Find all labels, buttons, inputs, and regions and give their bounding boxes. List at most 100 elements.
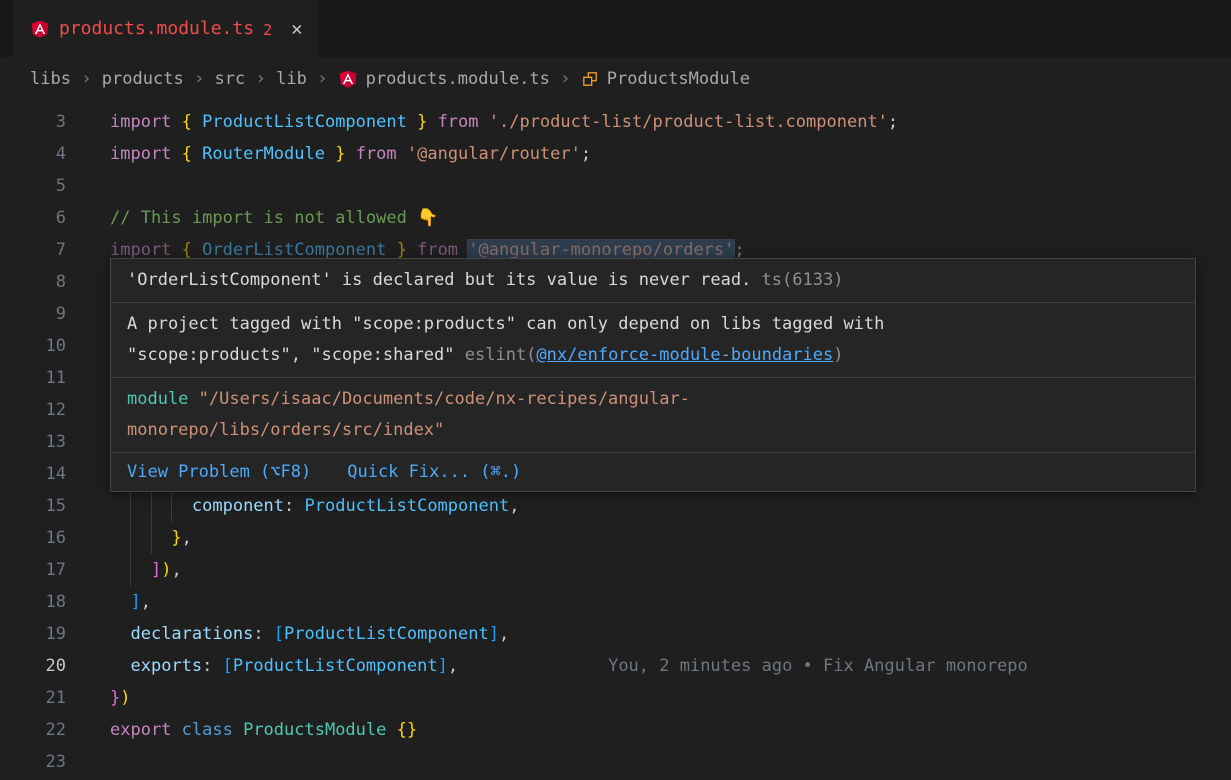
hover-line: module "/Users/isaac/Documents/code/nx-r… [127, 384, 1179, 415]
eslint-rule-link[interactable]: @nx/enforce-module-boundaries [536, 345, 833, 365]
code-token [110, 592, 130, 612]
breadcrumb-item-libs[interactable]: libs [30, 69, 71, 89]
angular-icon [30, 19, 50, 39]
line-number: 22 [0, 714, 66, 746]
code-token: ProductListComponent [305, 496, 510, 516]
hover-widget: 'OrderListComponent' is declared but its… [110, 258, 1196, 492]
code-token: [ [274, 624, 284, 644]
code-token: class [182, 720, 243, 740]
breadcrumb-item-lib[interactable]: lib [276, 69, 307, 89]
tab-bar: products.module.ts 2 ✕ [0, 0, 1231, 57]
tab-problems-badge: 2 [263, 19, 272, 39]
breadcrumb-label: src [215, 69, 246, 89]
line-number: 12 [0, 394, 66, 426]
breadcrumb-item-products[interactable]: products [102, 69, 184, 89]
squiggle-warn: from [417, 240, 468, 260]
squiggle-warn: OrderListComponent [202, 240, 386, 260]
code-token: ProductListComponent [202, 112, 407, 132]
code-line-22[interactable]: 22export class ProductsModule {} [0, 714, 1231, 746]
angular-icon [338, 69, 358, 89]
breadcrumb-separator: › [80, 68, 93, 89]
breadcrumb-label: ProductsModule [607, 69, 750, 89]
code-token: ] [130, 592, 140, 612]
code-line-3[interactable]: 3import { ProductListComponent } from '.… [0, 106, 1231, 138]
code-token: import [110, 112, 182, 132]
hover-line: A project tagged with "scope:products" c… [127, 309, 1179, 340]
quick-fix-action[interactable]: Quick Fix... (⌘.) [347, 457, 521, 487]
code-line-19[interactable]: 19 declarations: [ProductListComponent], [0, 618, 1231, 650]
hover-line: 'OrderListComponent' is declared but its… [127, 265, 1179, 296]
hover-diagnostics: 'OrderListComponent' is declared but its… [111, 259, 1195, 453]
indent-guide-icon [151, 490, 152, 522]
code-token: ] [151, 560, 161, 580]
line-number: 5 [0, 170, 66, 202]
code-token [110, 656, 130, 676]
code-token: } [386, 240, 417, 260]
line-number: 4 [0, 138, 66, 170]
code-token: RouterModule [202, 144, 325, 164]
code-token: { [182, 144, 202, 164]
code-token [386, 720, 396, 740]
breadcrumb: libs›products›src›lib›products.module.ts… [0, 57, 1231, 100]
line-number: 13 [0, 426, 66, 458]
line-number: 10 [0, 330, 66, 362]
code-token: , [141, 592, 151, 612]
code-line-23[interactable]: 23 [0, 746, 1231, 778]
breadcrumb-label: products [102, 69, 184, 89]
code-token: '@angular/router' [407, 144, 581, 164]
code-token: , [182, 528, 192, 548]
view-problem-action[interactable]: View Problem (⌥F8) [127, 457, 311, 487]
breadcrumb-item-src[interactable]: src [215, 69, 246, 89]
code-line-15[interactable]: 15 component: ProductListComponent, [0, 490, 1231, 522]
code-token: OrderListComponent [202, 240, 386, 260]
hover-text: ts(6133) [751, 270, 843, 290]
line-number: 7 [0, 234, 66, 266]
code-line-17[interactable]: 17 ]), [0, 554, 1231, 586]
hover-line: monorepo/libs/orders/src/index" [127, 415, 1179, 446]
code-line-20[interactable]: 20 exports: [ProductListComponent],You, … [0, 650, 1231, 682]
code-token: exports [130, 656, 202, 676]
code-token: } [407, 112, 438, 132]
code-token: {} [397, 720, 417, 740]
code-token: './product-list/product-list.component' [489, 112, 888, 132]
code-token: } [325, 144, 356, 164]
code-token: { [182, 240, 202, 260]
code-line-5[interactable]: 5 [0, 170, 1231, 202]
hover-text: "scope:products", "scope:shared" [127, 345, 465, 365]
indent-guide-icon [151, 522, 152, 554]
code-line-6[interactable]: 6// This import is not allowed 👇 [0, 202, 1231, 234]
code-token: [ [223, 656, 233, 676]
code-token: , [171, 560, 181, 580]
code-line-21[interactable]: 21}) [0, 682, 1231, 714]
code-editor[interactable]: 3 import { ProductListComponent } from '.… [0, 100, 1231, 780]
hover-section: A project tagged with "scope:products" c… [111, 303, 1195, 378]
code-token: ProductListComponent [284, 624, 489, 644]
tab-products-module-ts[interactable]: products.module.ts 2 ✕ [14, 0, 319, 57]
code-line-16[interactable]: 16 }, [0, 522, 1231, 554]
squiggle-err: ; [734, 240, 744, 260]
code-token: ; [888, 112, 898, 132]
code-line-4[interactable]: 4import { RouterModule } from '@angular/… [0, 138, 1231, 170]
breadcrumb-item-products-module-ts[interactable]: products.module.ts [338, 69, 550, 89]
squiggle-err: '@angular-monorepo/orders' [468, 240, 734, 260]
code-token: : [284, 496, 304, 516]
code-token: ProductListComponent [233, 656, 438, 676]
code-token: : [202, 656, 222, 676]
hover-text: "/Users/isaac/Documents/code/nx-recipes/… [188, 389, 690, 409]
code-token: ) [161, 560, 171, 580]
line-number: 11 [0, 362, 66, 394]
code-token: ProductsModule [243, 720, 386, 740]
close-icon[interactable]: ✕ [291, 18, 302, 40]
code-token: , [499, 624, 509, 644]
code-line-18[interactable]: 18 ], [0, 586, 1231, 618]
line-number: 21 [0, 682, 66, 714]
hover-text: module [127, 389, 188, 409]
indent-guide-icon [130, 490, 131, 522]
line-number: 3 [0, 106, 66, 138]
code-token: } [171, 528, 181, 548]
code-token: declarations [130, 624, 253, 644]
line-number: 14 [0, 458, 66, 490]
breadcrumb-separator: › [193, 68, 206, 89]
code-token: from [417, 240, 468, 260]
breadcrumb-item-productsmodule[interactable]: ProductsModule [581, 69, 750, 89]
